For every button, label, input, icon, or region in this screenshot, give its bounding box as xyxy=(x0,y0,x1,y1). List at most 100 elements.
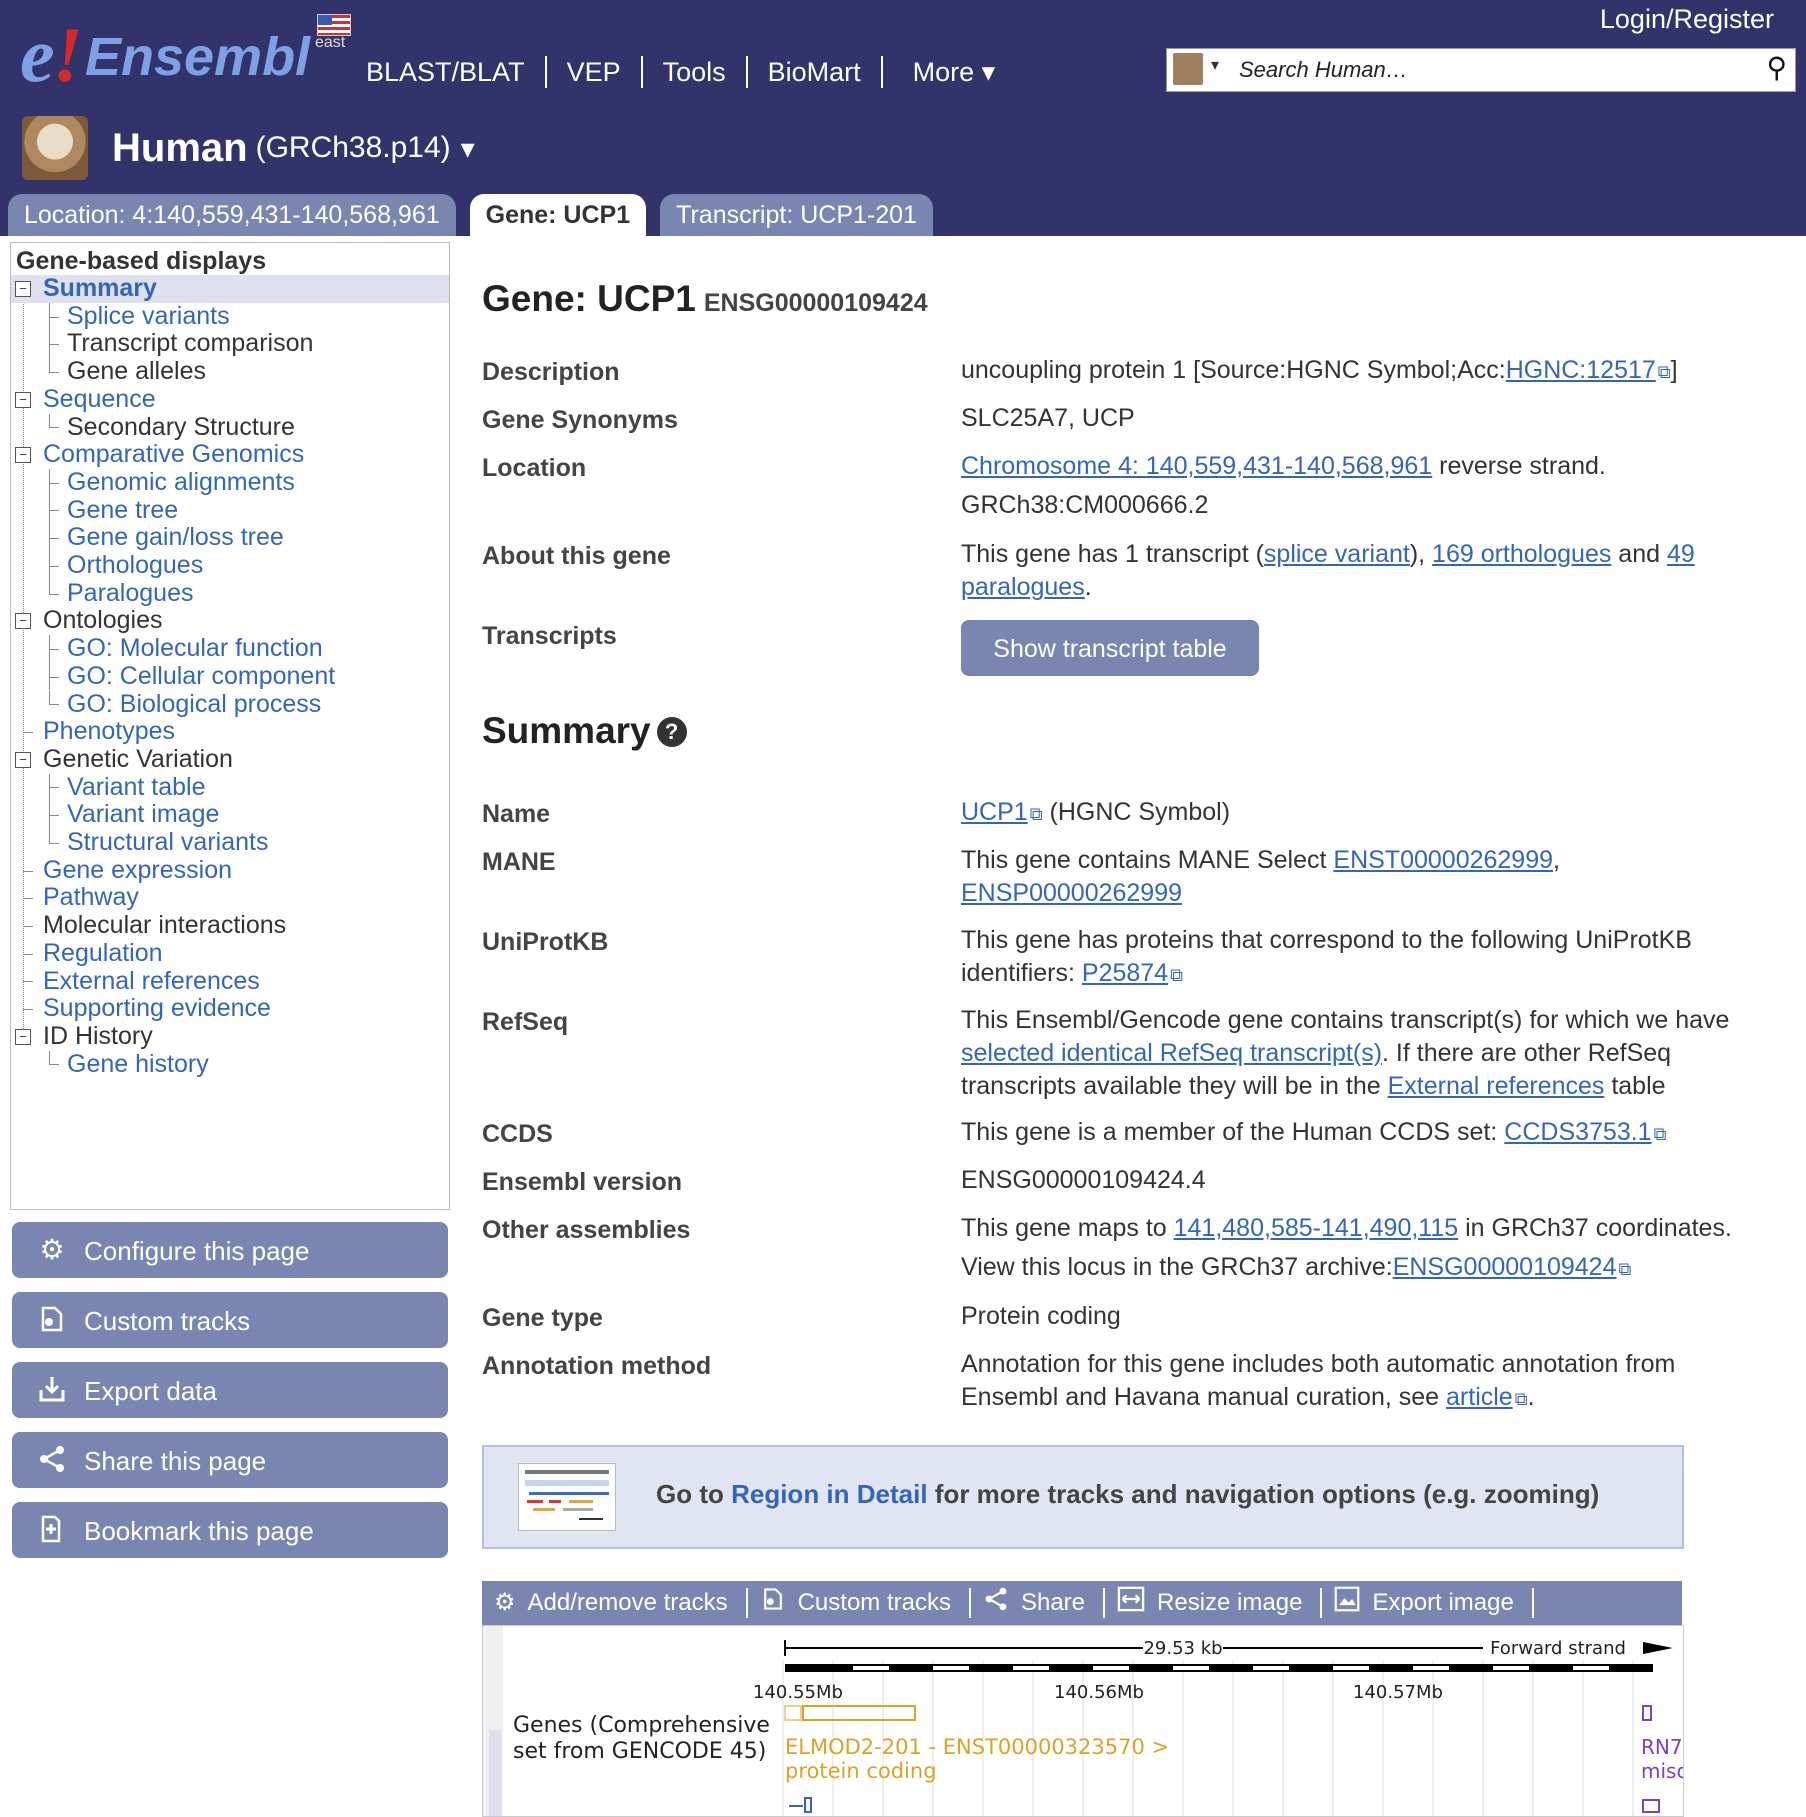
sidebar-item-phenotypes[interactable]: Phenotypes xyxy=(43,717,175,746)
nav-biomart[interactable]: BioMart xyxy=(748,56,883,88)
bookmark-page-button[interactable]: Bookmark this page xyxy=(12,1502,448,1558)
sidebar-item-gene-gain-loss-tree[interactable]: Gene gain/loss tree xyxy=(67,523,284,552)
tree-connector xyxy=(49,358,50,372)
search-icon[interactable]: ⚲ xyxy=(1766,51,1787,84)
show-transcript-table-button[interactable]: Show transcript table xyxy=(961,620,1259,676)
sidebar-item-gene-expression[interactable]: Gene expression xyxy=(43,856,232,885)
about-text-2: ), xyxy=(1409,540,1433,568)
sidebar-item-variant-table[interactable]: Variant table xyxy=(67,773,206,802)
sidebar-item-label: Paralogues xyxy=(67,578,194,607)
sidebar-item-gene-tree[interactable]: Gene tree xyxy=(67,496,178,525)
tab-bar: Location: 4:140,559,431-140,568,961 Gene… xyxy=(8,194,947,236)
sidebar-item-label: Splice variants xyxy=(67,301,230,330)
help-icon[interactable]: ? xyxy=(656,717,687,747)
ensembl-version-label: Ensembl version xyxy=(482,1168,683,1196)
sidebar-item-genomic-alignments[interactable]: Genomic alignments xyxy=(67,468,295,497)
species-selector-icon[interactable] xyxy=(1173,53,1203,85)
paralogues-count-link[interactable]: 49 xyxy=(1667,540,1695,568)
ensembl-logo[interactable]: e!Ensembl xyxy=(20,10,310,100)
nav-blast[interactable]: BLAST/BLAT xyxy=(366,56,547,88)
species-chevron-down-icon[interactable]: ▾ xyxy=(461,132,475,165)
sidebar-item-summary[interactable]: Summary xyxy=(11,274,449,303)
collapse-toggle-icon[interactable]: − xyxy=(15,613,31,630)
mane-transcript-link[interactable]: ENST00000262999 xyxy=(1333,846,1553,874)
sidebar-item-regulation[interactable]: Regulation xyxy=(43,939,163,968)
search-box: ▾ ⚲ xyxy=(1166,48,1796,92)
external-link-icon: ⧉ xyxy=(1170,965,1183,985)
region-in-detail-link[interactable]: Region in Detail xyxy=(731,1479,927,1509)
gene-transcript-label[interactable]: ELMOD2-201 - ENST00000323570 > xyxy=(785,1735,1169,1759)
paralogues-link[interactable]: paralogues xyxy=(961,573,1085,601)
refseq-text-3: transcripts available they will be in th… xyxy=(961,1072,1388,1100)
nav-tools[interactable]: Tools xyxy=(643,56,748,88)
share-page-button[interactable]: Share this page xyxy=(12,1432,448,1488)
other-text-1: This gene maps to xyxy=(961,1214,1174,1242)
sidebar-item-go-cellular-component[interactable]: GO: Cellular component xyxy=(67,662,335,691)
sidebar-item-splice-variants[interactable]: Splice variants xyxy=(67,301,230,331)
region-thumbnail-icon[interactable] xyxy=(518,1463,616,1531)
sidebar-item-sequence[interactable]: Sequence xyxy=(43,385,156,414)
mane-protein-link[interactable]: ENSP00000262999 xyxy=(961,879,1182,907)
collapse-toggle-icon[interactable]: − xyxy=(15,447,31,464)
sidebar-item-comparative-genomics[interactable]: Comparative Genomics xyxy=(43,440,304,469)
species-dropdown-icon[interactable]: ▾ xyxy=(1211,55,1219,75)
image-share-button[interactable]: Share xyxy=(971,1587,1106,1618)
image-custom-tracks-button[interactable]: Custom tracks xyxy=(748,1588,971,1618)
nav-more[interactable]: More ▾ xyxy=(883,56,1016,88)
chromosome-location-link[interactable]: Chromosome 4: 140,559,431-140,568,961 xyxy=(961,452,1432,480)
collapse-toggle-icon[interactable]: − xyxy=(15,1028,31,1045)
configure-page-button[interactable]: ⚙ Configure this page xyxy=(12,1222,448,1278)
hgnc-link[interactable]: HGNC:12517 xyxy=(1506,356,1656,384)
sidebar-item-supporting-evidence[interactable]: Supporting evidence xyxy=(43,994,271,1023)
tree-connector xyxy=(49,579,50,594)
sidebar-item-pathway[interactable]: Pathway xyxy=(43,884,139,912)
tree-connector xyxy=(49,635,50,649)
refseq-transcripts-link[interactable]: selected identical RefSeq transcript(s) xyxy=(961,1039,1382,1067)
sidebar-item-label: ID History xyxy=(43,1021,153,1050)
sidebar-item-paralogues[interactable]: Paralogues xyxy=(67,578,194,608)
sidebar-item-go-molecular-function[interactable]: GO: Molecular function xyxy=(67,634,323,663)
article-link[interactable]: article xyxy=(1446,1383,1513,1411)
export-image-button[interactable]: Export image xyxy=(1322,1586,1534,1618)
orthologues-link[interactable]: 169 orthologues xyxy=(1432,540,1611,568)
sidebar-item-structural-variants[interactable]: Structural variants xyxy=(67,828,268,857)
tab-transcript[interactable]: Transcript: UCP1-201 xyxy=(660,194,933,236)
search-input[interactable] xyxy=(1237,53,1741,87)
transcripts-label: Transcripts xyxy=(482,622,617,650)
tab-gene[interactable]: Gene: UCP1 xyxy=(469,194,647,236)
splice-variant-link[interactable]: splice variant xyxy=(1264,540,1410,568)
ccds-link[interactable]: CCDS3753.1 xyxy=(1504,1118,1651,1146)
tree-connector xyxy=(49,676,50,691)
collapse-toggle-icon[interactable]: − xyxy=(15,751,31,768)
export-data-button[interactable]: Export data xyxy=(12,1362,448,1418)
collapse-toggle-icon[interactable]: − xyxy=(15,391,31,408)
collapse-toggle-icon[interactable]: − xyxy=(15,281,31,297)
uniprot-label: UniProtKB xyxy=(482,928,609,956)
grch37-coordinates-link[interactable]: 141,480,585-141,490,115 xyxy=(1174,1214,1459,1242)
login-register-link[interactable]: Login/Register xyxy=(1600,4,1774,35)
add-remove-tracks-button[interactable]: ⚙ Add/remove tracks xyxy=(482,1588,748,1618)
genome-browser-image[interactable]: 29.53 kb Forward strand 140.55Mb 140.56M… xyxy=(482,1625,1684,1817)
tab-location[interactable]: Location: 4:140,559,431-140,568,961 xyxy=(8,194,456,236)
uniprot-link[interactable]: P25874 xyxy=(1082,959,1168,987)
about-gene-label: About this gene xyxy=(482,542,671,570)
sidebar-item-gene-history[interactable]: Gene history xyxy=(67,1050,209,1079)
resize-image-button[interactable]: Resize image xyxy=(1105,1586,1323,1618)
ensembl-version-value: ENSG00000109424.4 xyxy=(961,1166,1206,1194)
sidebar-item-external-references[interactable]: External references xyxy=(43,967,260,996)
sidebar-item-variant-image[interactable]: Variant image xyxy=(67,800,219,829)
ucp1-hgnc-link[interactable]: UCP1 xyxy=(961,798,1028,826)
top-navigation: BLAST/BLAT VEP Tools BioMart More ▾ xyxy=(366,56,1015,88)
sidebar-item-orthologues[interactable]: Orthologues xyxy=(67,551,203,580)
grch37-archive-link[interactable]: ENSG00000109424 xyxy=(1393,1253,1617,1281)
external-references-link[interactable]: External references xyxy=(1388,1072,1605,1100)
region-post: for more tracks and navigation options (… xyxy=(927,1479,1600,1509)
sidebar-item-go-biological-process[interactable]: GO: Biological process xyxy=(67,690,321,719)
tree-connector xyxy=(49,482,59,484)
custom-tracks-button[interactable]: Custom tracks xyxy=(12,1292,448,1348)
sidebar-item-label: Genetic Variation xyxy=(43,744,233,773)
nav-vep[interactable]: VEP xyxy=(547,56,643,88)
tree-connector xyxy=(23,870,33,872)
tick-label-3: 140.57Mb xyxy=(1353,1682,1443,1703)
tree-connector xyxy=(23,953,33,955)
